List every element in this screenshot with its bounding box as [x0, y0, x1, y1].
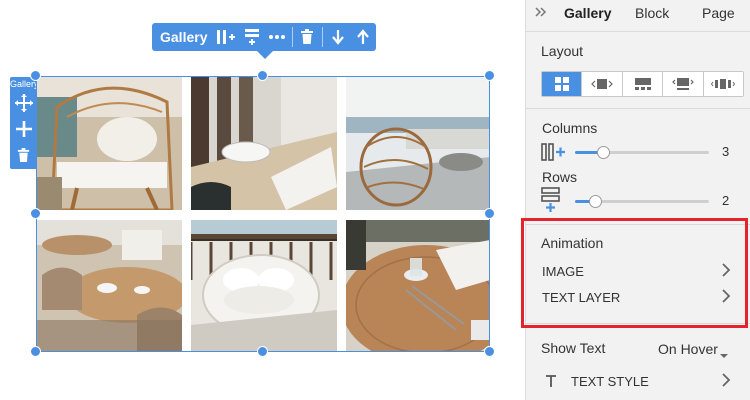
section-divider [526, 224, 750, 225]
add-icon[interactable] [10, 116, 37, 142]
add-column-icon[interactable] [213, 23, 238, 51]
section-divider [526, 108, 750, 109]
show-text-select[interactable]: On Hover [658, 341, 718, 357]
carousel-layout-icon[interactable] [663, 72, 704, 96]
resize-handle-top-right[interactable] [484, 70, 495, 81]
tab-page[interactable]: Page [702, 5, 735, 21]
trash-icon[interactable] [295, 23, 320, 51]
filmstrip-layout-icon[interactable] [704, 72, 743, 96]
slider-layout-icon[interactable] [582, 72, 623, 96]
layout-options [541, 71, 744, 97]
collapse-panel-icon[interactable] [534, 5, 548, 19]
layout-label: Layout [541, 43, 584, 59]
animation-image-item[interactable]: IMAGE [542, 264, 584, 279]
resize-handle-right[interactable] [484, 208, 495, 219]
rows-icon [541, 187, 561, 218]
editor-canvas: Gallery Gallery [0, 0, 525, 400]
move-down-icon[interactable] [325, 23, 350, 51]
resize-handle-top-left[interactable] [30, 70, 41, 81]
chevron-right-icon[interactable] [720, 372, 732, 388]
resize-handle-left[interactable] [30, 208, 41, 219]
toolbar-title: Gallery [160, 29, 208, 45]
resize-handle-bottom-right[interactable] [484, 346, 495, 357]
columns-slider-thumb[interactable] [597, 146, 610, 159]
rows-value: 2 [722, 193, 730, 208]
move-icon[interactable] [10, 90, 37, 116]
columns-label: Columns [542, 120, 598, 136]
chevron-down-icon[interactable] [719, 346, 729, 364]
block-side-tools: Gallery [10, 77, 37, 169]
rows-slider-thumb[interactable] [589, 195, 602, 208]
gallery-toolbar: Gallery [152, 23, 376, 59]
toolbar-separator [291, 27, 293, 47]
text-style-item[interactable]: TEXT STYLE [571, 374, 649, 389]
show-text-label: Show Text [541, 340, 606, 356]
columns-value: 3 [722, 144, 730, 159]
more-icon[interactable] [264, 23, 289, 51]
columns-slider[interactable] [575, 146, 709, 159]
rows-slider[interactable] [575, 195, 709, 208]
add-row-icon[interactable] [239, 23, 264, 51]
animation-text-layer-item[interactable]: TEXT LAYER [542, 290, 620, 305]
move-up-icon[interactable] [351, 23, 376, 51]
chevron-right-icon[interactable] [720, 262, 732, 278]
toolbar-separator [322, 27, 324, 47]
animation-label: Animation [541, 235, 604, 251]
text-style-icon [545, 374, 557, 393]
section-divider [526, 323, 750, 324]
trash-icon[interactable] [10, 142, 37, 168]
grid-layout-icon[interactable] [542, 72, 583, 96]
chevron-right-icon[interactable] [720, 288, 732, 304]
gallery-selection-frame [36, 76, 490, 352]
tab-block[interactable]: Block [635, 5, 669, 21]
columns-icon [541, 143, 567, 166]
resize-handle-bottom[interactable] [257, 346, 268, 357]
resize-handle-top[interactable] [257, 70, 268, 81]
tabs-divider [526, 31, 750, 32]
tab-gallery[interactable]: Gallery [564, 5, 611, 21]
rows-label: Rows [542, 169, 578, 185]
resize-handle-bottom-left[interactable] [30, 346, 41, 357]
masonry-layout-icon[interactable] [623, 72, 664, 96]
